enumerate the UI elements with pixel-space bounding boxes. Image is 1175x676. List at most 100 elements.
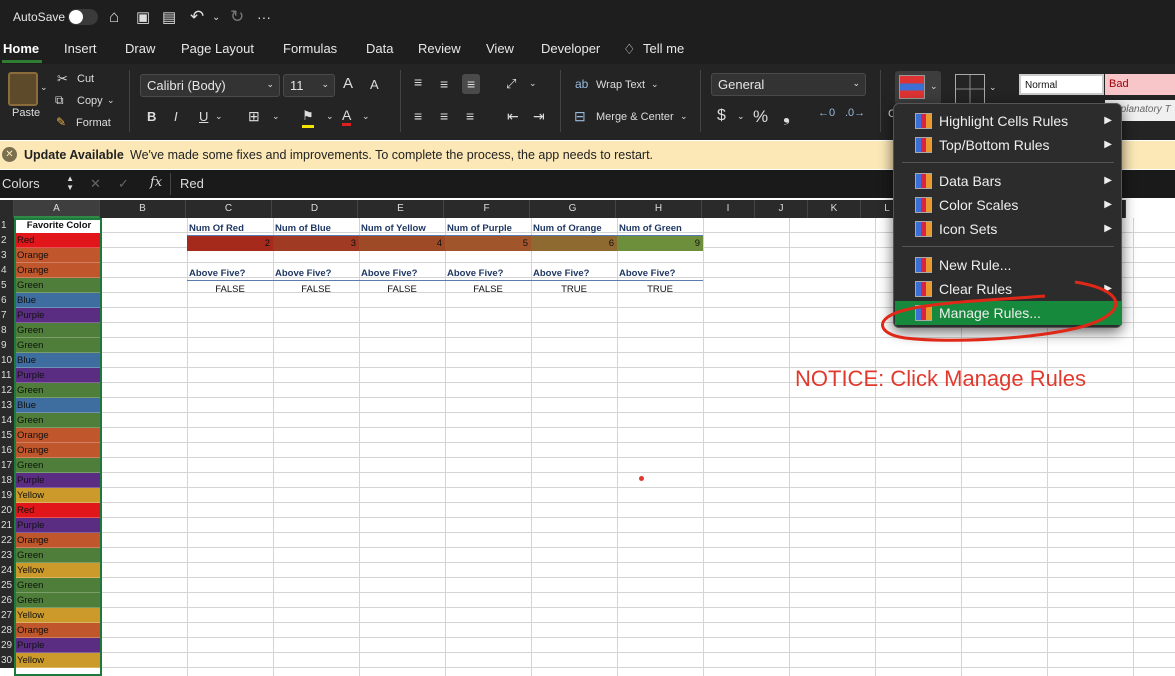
above-five-header-cell[interactable]: Above Five?: [187, 266, 273, 281]
wrap-dropdown-icon[interactable]: ⌄: [651, 79, 659, 90]
menu-item-highlight-cells-rules[interactable]: Highlight Cells Rules ▶: [895, 109, 1122, 133]
borders-icon[interactable]: ⊞: [248, 108, 260, 125]
tab-formulas[interactable]: Formulas: [283, 41, 337, 56]
above-five-value-cell[interactable]: FALSE: [187, 282, 273, 297]
row-header[interactable]: 1: [0, 218, 14, 233]
align-right-icon[interactable]: ≡: [466, 108, 474, 124]
row-header[interactable]: 18: [0, 473, 14, 488]
format-painter-icon[interactable]: ✎: [56, 115, 66, 129]
row-header[interactable]: 29: [0, 638, 14, 653]
formula-input[interactable]: Red: [180, 176, 204, 191]
above-five-header-cell[interactable]: Above Five?: [617, 266, 703, 281]
column-header[interactable]: J: [755, 200, 808, 218]
column-header[interactable]: C: [186, 200, 272, 218]
shrink-font-icon[interactable]: A: [370, 77, 379, 92]
align-left-icon[interactable]: ≡: [414, 108, 422, 124]
fill-color-icon[interactable]: ⚑: [302, 108, 314, 128]
tab-developer[interactable]: Developer: [541, 41, 600, 56]
column-header[interactable]: I: [702, 200, 755, 218]
grow-font-icon[interactable]: A: [343, 75, 353, 92]
column-header[interactable]: F: [444, 200, 530, 218]
align-middle-icon[interactable]: ≡: [440, 76, 448, 92]
align-bottom-icon[interactable]: ≡: [462, 74, 481, 94]
wrap-text-icon[interactable]: ab: [575, 77, 588, 91]
tab-page-layout[interactable]: Page Layout: [181, 41, 254, 56]
row-header[interactable]: 6: [0, 293, 14, 308]
currency-dropdown-icon[interactable]: ⌄: [737, 111, 745, 122]
name-box-stepper-icon[interactable]: ▲ ▼: [66, 174, 74, 192]
summary-header-cell[interactable]: Num of Orange: [531, 221, 617, 236]
cancel-icon[interactable]: ✕: [90, 176, 101, 192]
summary-count-cell[interactable]: 6: [531, 236, 617, 251]
more-icon[interactable]: ···: [257, 9, 271, 25]
tab-tell-me[interactable]: Tell me: [643, 41, 684, 56]
summary-count-cell[interactable]: 2: [187, 236, 273, 251]
paste-label[interactable]: Paste: [12, 107, 40, 119]
above-five-header-cell[interactable]: Above Five?: [531, 266, 617, 281]
summary-count-cell[interactable]: 9: [617, 236, 703, 251]
row-header[interactable]: 25: [0, 578, 14, 593]
decrease-decimal-icon[interactable]: .0→: [845, 107, 865, 119]
function-icon[interactable]: fx: [150, 175, 162, 190]
row-header[interactable]: 13: [0, 398, 14, 413]
row-header[interactable]: 17: [0, 458, 14, 473]
menu-item-icon-sets[interactable]: Icon Sets ▶: [895, 217, 1122, 241]
summary-header-cell[interactable]: Num Of Red: [187, 221, 273, 236]
font-color-dropdown-icon[interactable]: ⌄: [362, 111, 370, 122]
above-five-value-cell[interactable]: TRUE: [531, 282, 617, 297]
above-five-value-cell[interactable]: FALSE: [359, 282, 445, 297]
row-header[interactable]: 23: [0, 548, 14, 563]
bold-button[interactable]: B: [147, 109, 156, 124]
tab-home[interactable]: Home: [3, 41, 39, 56]
format-as-table-icon[interactable]: [955, 74, 985, 104]
format-painter-label[interactable]: Format: [76, 117, 111, 129]
column-header[interactable]: E: [358, 200, 444, 218]
column-header[interactable]: D: [272, 200, 358, 218]
redo-icon[interactable]: ↻: [230, 7, 244, 27]
align-center-icon[interactable]: ≡: [440, 108, 448, 124]
scissors-icon[interactable]: ✂: [57, 71, 68, 87]
undo-icon[interactable]: ↶: [190, 7, 204, 27]
paste-icon[interactable]: [8, 72, 38, 106]
summary-count-cell[interactable]: 5: [445, 236, 531, 251]
row-header[interactable]: 27: [0, 608, 14, 623]
orientation-dropdown-icon[interactable]: ⌄: [529, 78, 537, 89]
format-table-dropdown-icon[interactable]: ⌄: [989, 82, 997, 93]
merge-center-icon[interactable]: ⊟: [574, 108, 586, 125]
summary-count-cell[interactable]: 3: [273, 236, 359, 251]
menu-item-data-bars[interactable]: Data Bars ▶: [895, 169, 1122, 193]
menu-item-color-scales[interactable]: Color Scales ▶: [895, 193, 1122, 217]
tab-insert[interactable]: Insert: [64, 41, 97, 56]
row-header[interactable]: 16: [0, 443, 14, 458]
number-format-select[interactable]: General ⌄: [711, 73, 866, 96]
row-header[interactable]: 7: [0, 308, 14, 323]
above-five-header-cell[interactable]: Above Five?: [273, 266, 359, 281]
row-header[interactable]: 24: [0, 563, 14, 578]
italic-button[interactable]: I: [174, 109, 178, 124]
row-header[interactable]: 11: [0, 368, 14, 383]
column-header[interactable]: K: [808, 200, 861, 218]
fill-dropdown-icon[interactable]: ⌄: [326, 111, 334, 122]
style-bad[interactable]: Bad: [1105, 74, 1175, 95]
font-name-select[interactable]: Calibri (Body) ⌄: [140, 74, 280, 97]
merge-dropdown-icon[interactable]: ⌄: [680, 111, 688, 122]
copy-icon[interactable]: ⧉: [55, 93, 64, 108]
row-header[interactable]: 26: [0, 593, 14, 608]
row-header[interactable]: 14: [0, 413, 14, 428]
save-as-icon[interactable]: ▤: [162, 8, 176, 26]
row-header[interactable]: 2: [0, 233, 14, 248]
summary-header-cell[interactable]: Num of Green: [617, 221, 703, 236]
row-header[interactable]: 28: [0, 623, 14, 638]
column-header[interactable]: G: [530, 200, 616, 218]
comma-button[interactable]: ❟: [783, 105, 790, 126]
home-icon[interactable]: ⌂: [109, 7, 119, 27]
enter-icon[interactable]: ✓: [118, 176, 129, 192]
tab-data[interactable]: Data: [366, 41, 393, 56]
underline-dropdown-icon[interactable]: ⌄: [215, 111, 223, 122]
autosave-toggle[interactable]: [68, 9, 98, 25]
row-header[interactable]: 30: [0, 653, 14, 668]
above-five-value-cell[interactable]: TRUE: [617, 282, 703, 297]
summary-header-cell[interactable]: Num of Blue: [273, 221, 359, 236]
row-header[interactable]: 19: [0, 488, 14, 503]
name-box[interactable]: Colors ▲ ▼: [2, 174, 74, 194]
